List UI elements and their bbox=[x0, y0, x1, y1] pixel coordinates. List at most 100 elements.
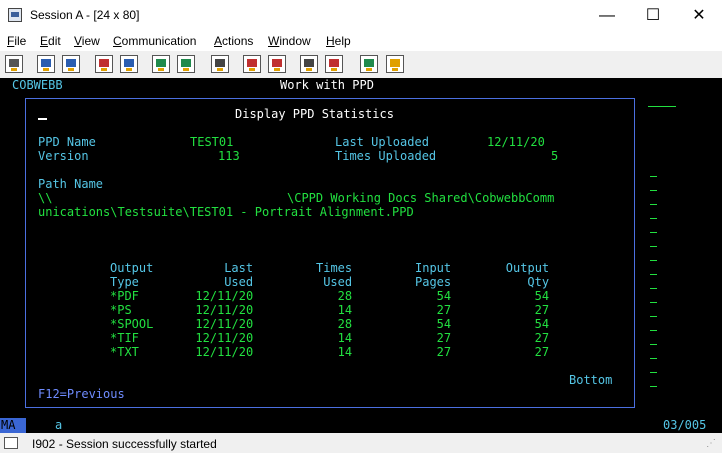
system-name: COBWEBB bbox=[12, 78, 63, 92]
menu-help-accelerator: H bbox=[326, 34, 335, 48]
table-cell-times-used: 14 bbox=[337, 331, 353, 345]
table-cell-times-used: 14 bbox=[337, 303, 353, 317]
column-header: Used bbox=[224, 275, 254, 289]
print-screen-icon[interactable] bbox=[5, 55, 23, 73]
margin-dash bbox=[650, 288, 657, 289]
column-header: Used bbox=[323, 275, 353, 289]
title-bar: Session A - [24 x 80] — ☐ ✕ bbox=[0, 0, 722, 31]
table-cell-type: *PDF bbox=[110, 289, 139, 303]
table-cell-times-used: 28 bbox=[337, 317, 353, 331]
table-cell-input-pages: 27 bbox=[436, 331, 452, 345]
menu-file-label: ile bbox=[14, 34, 27, 48]
menu-view[interactable]: View bbox=[74, 34, 100, 48]
margin-dash bbox=[650, 330, 657, 331]
menu-actions[interactable]: Actions bbox=[214, 34, 253, 48]
window-title: Session A - [24 x 80] bbox=[30, 8, 140, 22]
macro-play-icon[interactable] bbox=[268, 55, 286, 73]
maximize-button[interactable]: ☐ bbox=[630, 0, 676, 31]
column-header: Input bbox=[415, 261, 452, 275]
version-label: Version bbox=[38, 149, 89, 163]
menu-communication[interactable]: Communication bbox=[113, 34, 196, 48]
table-cell-last-used: 12/11/20 bbox=[195, 317, 254, 331]
table-cell-output-qty: 54 bbox=[534, 289, 550, 303]
menu-window[interactable]: Window bbox=[268, 34, 311, 48]
table-cell-times-used: 14 bbox=[337, 345, 353, 359]
table-cell-last-used: 12/11/20 bbox=[195, 345, 254, 359]
column-header: Pages bbox=[415, 275, 452, 289]
table-cell-type: *TIF bbox=[110, 331, 139, 345]
table-cell-input-pages: 27 bbox=[436, 303, 452, 317]
display-keypad-icon[interactable] bbox=[152, 55, 170, 73]
menu-help[interactable]: Help bbox=[326, 34, 351, 48]
minimize-button[interactable]: — bbox=[584, 0, 630, 31]
oia-indicator: a bbox=[55, 418, 63, 432]
times-uploaded-label: Times Uploaded bbox=[335, 149, 437, 163]
table-cell-last-used: 12/11/20 bbox=[195, 331, 254, 345]
margin-dash bbox=[650, 260, 657, 261]
margin-dash bbox=[650, 274, 657, 275]
status-message: I902 - Session successfully started bbox=[32, 437, 217, 451]
menu-view-label: iew bbox=[81, 34, 100, 48]
macro-stop-icon[interactable] bbox=[243, 55, 261, 73]
copy-icon[interactable] bbox=[37, 55, 55, 73]
column-header: Output bbox=[110, 261, 154, 275]
menu-edit-label: dit bbox=[48, 34, 61, 48]
menu-bar: File Edit View Communication Actions Window He… bbox=[0, 31, 722, 51]
table-cell-output-qty: 54 bbox=[534, 317, 550, 331]
status-bar: I902 - Session successfully started ⋰ bbox=[0, 434, 722, 453]
quick-keypad-icon[interactable] bbox=[177, 55, 195, 73]
globe-icon[interactable] bbox=[360, 55, 378, 73]
table-cell-times-used: 28 bbox=[337, 289, 353, 303]
margin-dash bbox=[650, 302, 657, 303]
margin-dash bbox=[650, 372, 657, 373]
customize-icon[interactable] bbox=[386, 55, 404, 73]
menu-help-label: elp bbox=[334, 34, 351, 48]
menu-edit[interactable]: Edit bbox=[40, 34, 61, 48]
macro-record-icon[interactable] bbox=[211, 55, 229, 73]
menu-window-label: indow bbox=[279, 34, 311, 48]
path-name-line-1: \CPPD Working Docs Shared\CobwebbComm bbox=[287, 191, 555, 205]
table-cell-input-pages: 27 bbox=[436, 345, 452, 359]
connection-status-icon bbox=[4, 437, 18, 449]
function-key-f12[interactable]: F12=Previous bbox=[38, 388, 125, 401]
version-value: 113 bbox=[218, 149, 240, 163]
margin-dash bbox=[650, 386, 657, 387]
terminal-screen[interactable]: COBWEBB Work with PPD Display PPD Statis… bbox=[0, 78, 722, 418]
margin-dash bbox=[650, 176, 657, 177]
column-header: Type bbox=[110, 275, 139, 289]
status-dash bbox=[648, 106, 676, 107]
table-cell-type: *SPOOL bbox=[110, 317, 154, 331]
table-cell-output-qty: 27 bbox=[534, 345, 550, 359]
last-uploaded-label: Last Uploaded bbox=[335, 135, 429, 149]
macro-icon[interactable] bbox=[325, 55, 343, 73]
macro-pause-icon[interactable] bbox=[300, 55, 318, 73]
resize-grip-icon[interactable]: ⋰ bbox=[706, 438, 716, 449]
table-cell-type: *PS bbox=[110, 303, 132, 317]
column-header: Last bbox=[224, 261, 254, 275]
menu-edit-accelerator: E bbox=[40, 34, 49, 48]
app-icon[interactable] bbox=[8, 8, 22, 22]
receive-file-icon[interactable] bbox=[120, 55, 138, 73]
toolbar bbox=[0, 51, 722, 79]
menu-file[interactable]: File bbox=[7, 34, 26, 48]
bottom-indicator: Bottom bbox=[569, 373, 613, 387]
close-button[interactable]: ✕ bbox=[676, 0, 722, 31]
menu-communication-accelerator: C bbox=[113, 34, 122, 48]
send-file-icon[interactable] bbox=[95, 55, 113, 73]
menu-actions-accelerator: A bbox=[214, 34, 223, 48]
menu-communication-label: ommunication bbox=[121, 34, 197, 48]
table-cell-last-used: 12/11/20 bbox=[195, 303, 254, 317]
margin-dash bbox=[650, 316, 657, 317]
column-header: Times bbox=[316, 261, 353, 275]
margin-dash bbox=[650, 232, 657, 233]
path-name-label: Path Name bbox=[38, 177, 104, 191]
table-cell-last-used: 12/11/20 bbox=[195, 289, 254, 303]
column-header: Qty bbox=[527, 275, 550, 289]
operator-information-area: MA a 03/005 bbox=[0, 418, 722, 433]
paste-icon[interactable] bbox=[62, 55, 80, 73]
margin-dash bbox=[650, 218, 657, 219]
path-name-line-2: unications\Testsuite\TEST01 - Portrait A… bbox=[38, 205, 414, 219]
column-header: Output bbox=[505, 261, 550, 275]
ppd-name-value: TEST01 bbox=[190, 135, 234, 149]
popup-window-title: Display PPD Statistics bbox=[235, 107, 394, 121]
